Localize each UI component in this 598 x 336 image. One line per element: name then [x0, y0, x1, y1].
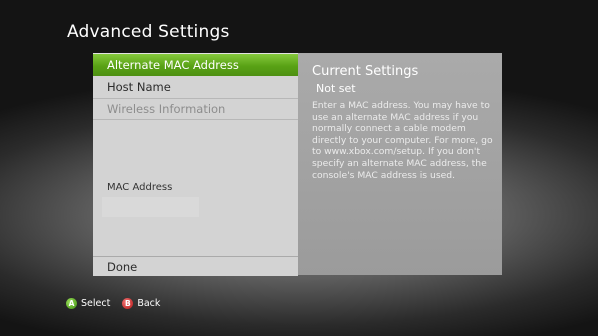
info-panel: Current Settings Not set Enter a MAC add…: [298, 53, 502, 275]
button-legend: A Select B Back: [66, 296, 172, 310]
mac-address-field[interactable]: [102, 197, 199, 217]
menu-item-wireless-information: Wireless Information: [107, 102, 226, 116]
menu-item-alternate-mac-address[interactable]: Alternate MAC Address: [93, 54, 298, 76]
a-button-icon[interactable]: A: [66, 297, 77, 309]
select-label: Select: [81, 297, 111, 309]
done-button[interactable]: Done: [93, 256, 298, 276]
back-label: Back: [137, 297, 161, 309]
b-button-icon[interactable]: B: [122, 297, 134, 309]
menu-divider: [93, 119, 298, 120]
info-heading: Current Settings: [312, 64, 419, 79]
info-description: Enter a MAC address. You may have to use…: [312, 100, 493, 181]
current-setting-value: Not set: [316, 82, 356, 95]
page-title: Advanced Settings: [67, 22, 230, 42]
mac-address-label: MAC Address: [107, 182, 173, 193]
settings-menu: Alternate MAC Address Host Name Wireless…: [93, 53, 298, 276]
menu-item-host-name[interactable]: Host Name: [93, 76, 298, 98]
